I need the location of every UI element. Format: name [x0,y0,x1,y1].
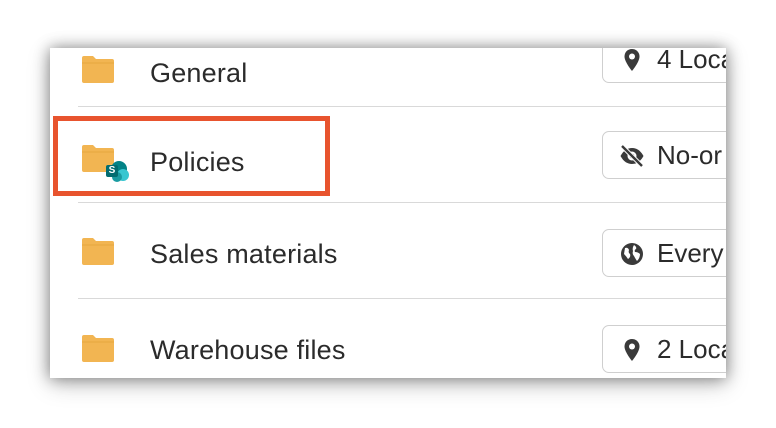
folder-row-sales-materials[interactable]: Sales materials Every [50,203,726,299]
folder-icon [80,54,116,84]
folder-name: Warehouse files [150,335,346,365]
location-pin-icon [619,337,645,363]
folder-row-policies[interactable]: S Policies No-or [50,107,726,203]
screenshot-stage: General 4 Loca [0,0,776,428]
globe-icon [619,241,645,267]
location-pin-icon [619,48,645,73]
folder-icon [80,236,116,266]
folder-row-warehouse-files[interactable]: Warehouse files 2 Loca [50,299,726,378]
access-badge[interactable]: Every [602,229,726,277]
sharepoint-icon: S [104,159,130,183]
access-label: 2 Loca [657,334,726,364]
eye-off-icon [619,143,645,169]
access-badge[interactable]: No-or [602,131,726,179]
folder-icon [80,333,116,363]
sharepoint-letter: S [108,165,116,176]
folder-list-panel: General 4 Loca [50,48,726,378]
folder-row-general[interactable]: General 4 Loca [50,48,726,107]
access-label: 4 Loca [657,48,726,74]
access-label: No-or [657,140,723,170]
access-label: Every [657,238,724,268]
folder-name: General [150,58,248,88]
folder-name: Sales materials [150,239,338,269]
access-badge[interactable]: 2 Loca [602,325,726,373]
access-badge[interactable]: 4 Loca [602,48,726,83]
folder-name: Policies [150,147,245,177]
